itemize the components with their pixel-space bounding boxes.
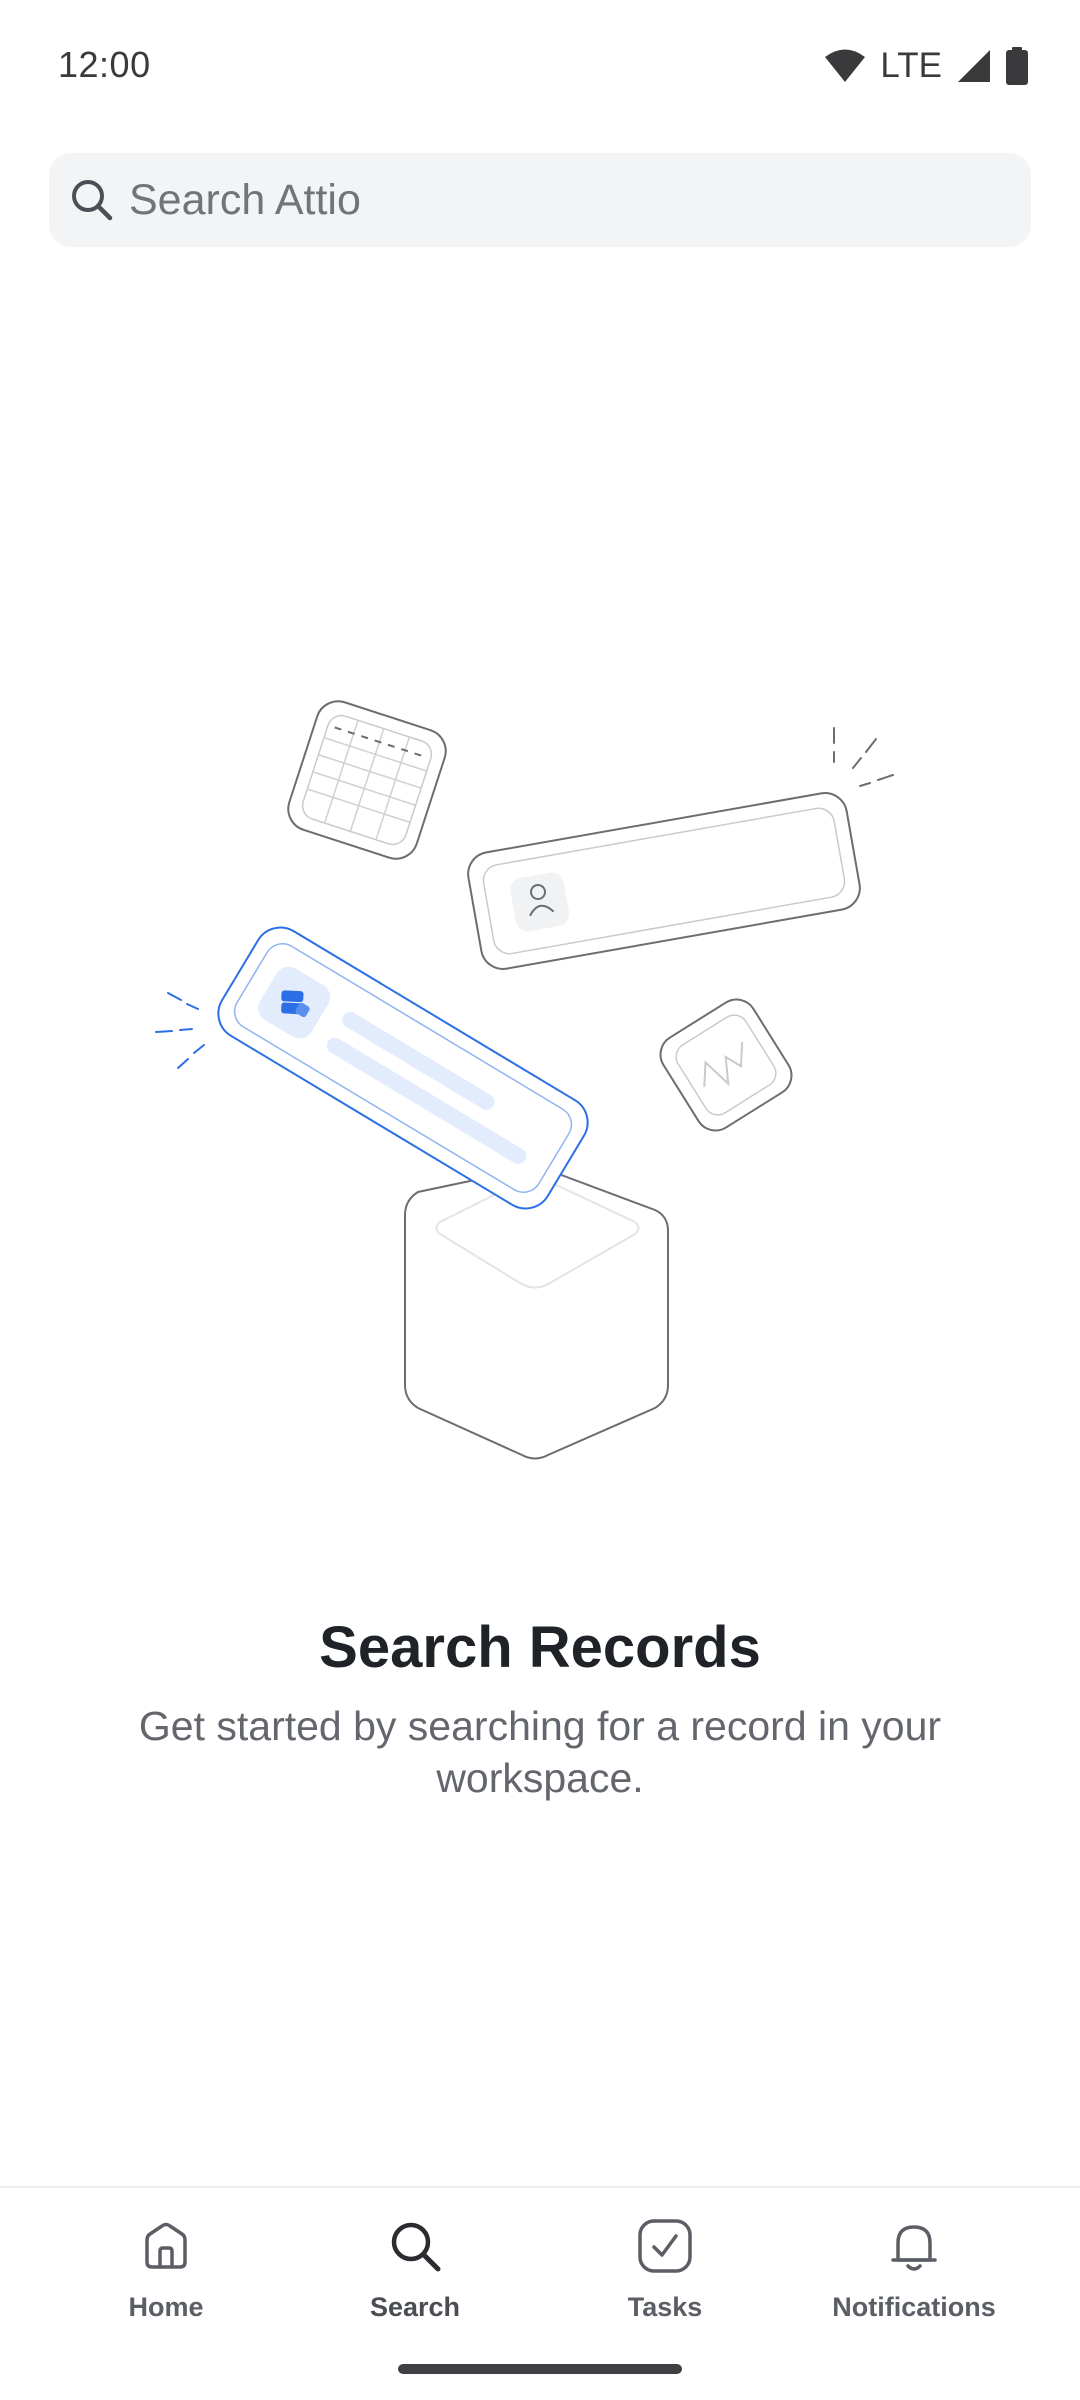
cell-signal-icon [958, 50, 990, 82]
person-record-card [467, 792, 861, 970]
task-check-icon [638, 2219, 692, 2273]
sparkle-decoration-right [833, 727, 894, 787]
search-screen: 12:00 LTE Search Attio Search Records Ge… [0, 0, 1080, 2400]
home-indicator[interactable] [398, 2364, 682, 2374]
nav-label-tasks: Tasks [627, 2292, 703, 2322]
spreadsheet-tile [287, 700, 447, 860]
search-records-illustration [155, 700, 894, 1460]
nav-label-home: Home [128, 2292, 204, 2322]
bell-icon [891, 2225, 937, 2271]
nav-label-notifications: Notifications [832, 2292, 996, 2322]
nav-item-tasks[interactable]: Tasks [540, 2188, 790, 2338]
home-icon [145, 2222, 187, 2269]
wifi-icon [825, 49, 866, 82]
nav-label-search: Search [369, 2292, 461, 2322]
search-icon [391, 2222, 441, 2272]
search-input[interactable] [129, 153, 1009, 247]
empty-state-description: Get started by searching for a record in… [138, 1703, 942, 1801]
empty-state-title: Search Records [319, 1615, 761, 1680]
battery-icon [1006, 47, 1028, 85]
activity-tile [659, 998, 793, 1132]
sparkle-decoration-left [155, 992, 205, 1069]
status-bar: 12:00 LTE [0, 0, 1080, 130]
search-icon [72, 180, 113, 221]
network-type: LTE [880, 46, 942, 85]
search-bar[interactable] [49, 153, 1031, 247]
status-icons: LTE [824, 44, 1028, 88]
box-illustration [404, 1166, 669, 1460]
nav-item-home[interactable]: Home [41, 2188, 291, 2338]
status-time: 12:00 [58, 44, 151, 85]
nav-item-notifications[interactable]: Notifications [789, 2188, 1039, 2338]
nav-item-search[interactable]: Search [290, 2188, 540, 2338]
